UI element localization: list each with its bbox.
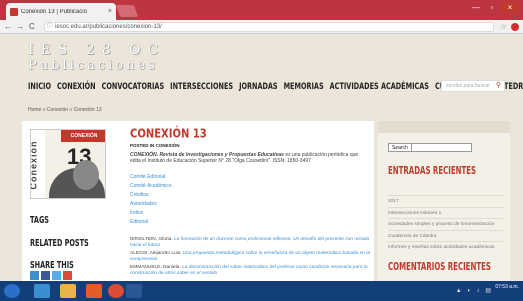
article-list: IERSILTEIN, Gloria. La formación de un d… [130,237,370,279]
email-share-icon[interactable] [30,271,39,280]
ie-taskbar-icon[interactable] [34,284,50,298]
address-bar[interactable]: ⓘ iesoc.edu.ar/publicaciones/conexion-13… [44,22,494,32]
url-text: iesoc.edu.ar/publicaciones/conexion-13/ [55,24,162,30]
post-title: CONEXIÓN 13 [130,128,207,142]
cover-artwork-figure [73,160,99,190]
recent-post-item[interactable]: Intersecciones Número 1 [388,206,503,219]
bookmark-star-icon[interactable]: ☆ [500,22,507,31]
site-logo-line1[interactable]: IES 28 OC [28,42,165,58]
screenshot-root: Conexión 13 | Publicacio × — ▫ × ← → C ⓘ… [0,0,523,301]
share-heading: SHARE THIS [30,259,74,271]
tab-title: Conexión 13 | Publicacio [21,8,87,15]
link-autoridades[interactable]: Autoridades [130,200,172,209]
word-taskbar-icon[interactable] [126,284,142,298]
post-description: CONEXIÓN. Revista de Investigaciones y P… [130,152,370,164]
facebook-share-icon[interactable] [41,271,50,280]
system-tray-icons[interactable]: ▲ ◐ ♪ ▤ [456,287,493,294]
sidebar-search-input[interactable] [411,143,472,152]
article-item: IERSILTEIN, Gloria. La formación de un d… [130,237,370,249]
cover-vertical-title: Conexión [30,140,39,190]
recent-post-item[interactable]: 2017 [388,195,503,207]
recent-posts-heading: ENTRADAS RECIENTES [388,165,477,177]
share-buttons [30,271,72,280]
recent-post-item[interactable]: Sociedades simples y proceso de fenomeni… [388,218,503,230]
site-info-icon[interactable]: ⓘ [47,23,53,32]
browser-toolbar: ← → C ⓘ iesoc.edu.ar/publicaciones/conex… [0,20,523,34]
clock-time: 07:53 a.m. [495,284,519,290]
nav-item-jornadas[interactable]: JORNADAS [239,80,278,91]
post-meta[interactable]: POSTED IN CONEXIÓN [130,143,180,148]
article-author: ALEGSI, Alejandro Luis. [130,251,183,256]
link-comite-editorial[interactable]: Comité Editorial [130,173,172,182]
related-posts-heading: RELATED POSTS [30,237,89,249]
browser-tab[interactable]: Conexión 13 | Publicacio × [6,3,116,20]
cover-red-label: CONEXIÓN [61,130,105,142]
folder-taskbar-icon[interactable] [60,284,76,298]
sidebar: Search ENTRADAS RECIENTES 2017 Intersecc… [378,121,510,281]
media-taskbar-icon[interactable] [86,284,102,298]
tab-close-icon[interactable]: × [108,8,112,15]
link-editorial[interactable]: Editorial [130,218,172,227]
site-logo-line2[interactable]: Publicaciones [28,58,158,73]
tags-heading: TAGS [30,214,49,226]
article-author: EMMANUELE, Daniela. [130,265,182,270]
back-button[interactable]: ← [4,22,12,31]
start-button-icon[interactable] [4,284,20,298]
recent-posts-list: 2017 Intersecciones Número 1 Sociedades … [388,195,503,253]
forward-button[interactable]: → [16,22,24,31]
nav-item-inicio[interactable]: INICIO [28,80,51,91]
chrome-taskbar-icon[interactable] [108,284,124,298]
reload-button[interactable]: C [29,22,35,31]
close-window-button[interactable]: × [501,2,519,13]
post-link-list: Comité Editorial Comité Académico Crédit… [130,173,172,227]
nav-item-memorias[interactable]: MEMORIAS [284,80,324,91]
twitter-share-icon[interactable] [52,271,61,280]
sidebar-search-button[interactable]: Search [388,143,412,152]
link-comite-academico[interactable]: Comité Académico [130,182,172,191]
nav-item-convocatorias[interactable]: CONVOCATORIAS [102,80,165,91]
maximize-button[interactable]: ▫ [485,2,499,13]
link-creditos[interactable]: Créditos [130,191,172,200]
website: IES 28 OC Publicaciones INICIO CONEXIÓN … [0,34,523,281]
main-content: Conexión CONEXIÓN 13 CONEXIÓN 13 POSTED … [22,121,374,281]
recent-comments-heading: COMENTARIOS RECIENTES [388,261,491,273]
magazine-cover-image: Conexión CONEXIÓN 13 [30,129,106,199]
new-tab-button[interactable] [115,5,139,17]
extension-icon[interactable] [511,23,519,31]
article-item: EMMANUELE, Daniela. La deconstrucción de… [130,265,370,277]
recent-post-item[interactable]: Cuadernos de Cátedra [388,229,503,242]
taskbar-clock[interactable]: 07:53 a.m. [495,284,519,291]
breadcrumb[interactable]: Home » Conexión » Conexión 13 [28,107,102,113]
nav-item-intersecciones[interactable]: INTERSECCIONES [170,80,233,91]
search-icon[interactable]: ⚲ [496,81,501,91]
search-placeholder: escriba para buscar [446,83,490,89]
link-indice[interactable]: Índice [130,209,172,218]
os-taskbar: ▲ ◐ ♪ ▤ 07:53 a.m. [0,281,523,301]
article-item: ALEGSI, Alejandro Luis. Una propuesta me… [130,251,370,263]
sidebar-top-band [378,121,510,133]
site-search-input[interactable]: escriba para buscar ⚲ [441,80,505,92]
window-controls: — ▫ × [469,2,519,13]
sidebar-search: Search [388,143,472,152]
nav-item-actividades[interactable]: ACTIVIDADES ACADÉMICAS [330,80,429,91]
recent-post-item[interactable]: Informes y reseñas sobre actividades aca… [388,241,503,253]
article-author: IERSILTEIN, Gloria. [130,237,174,242]
googleplus-share-icon[interactable] [63,271,72,280]
minimize-button[interactable]: — [469,2,483,13]
browser-tabstrip: Conexión 13 | Publicacio × — ▫ × [0,0,523,20]
favicon-icon [10,7,18,16]
nav-item-conexion[interactable]: CONEXIÓN [57,80,96,91]
